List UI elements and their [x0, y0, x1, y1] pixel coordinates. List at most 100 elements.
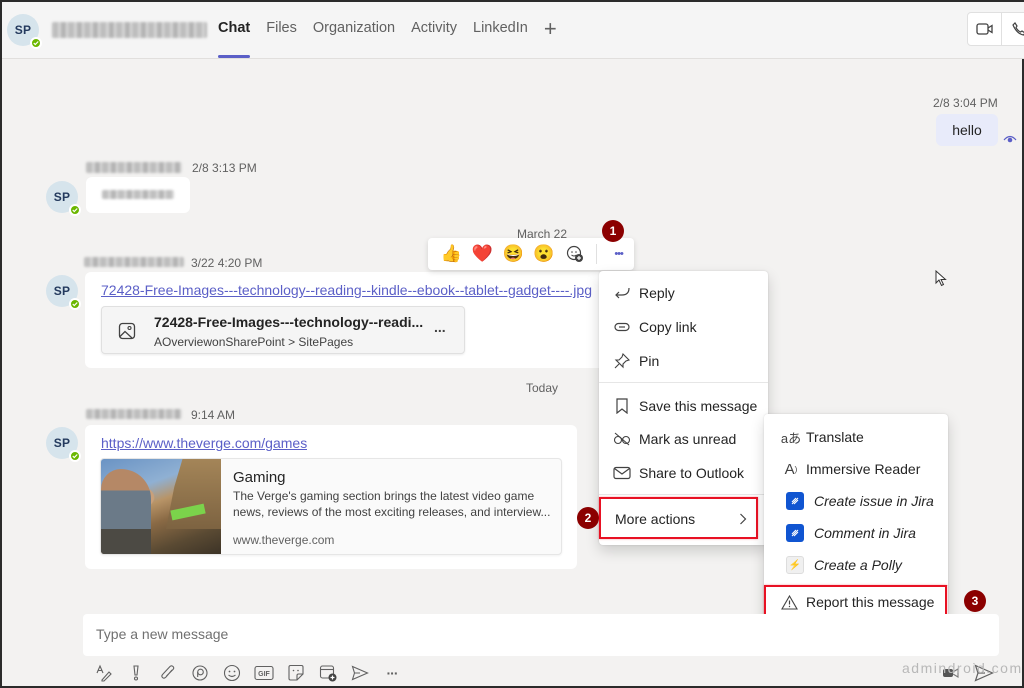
emoji-button[interactable]	[216, 662, 248, 684]
sender-name-redacted	[84, 257, 184, 267]
menu-item-label: Pin	[639, 353, 659, 369]
sender-avatar[interactable]: SP	[46, 275, 78, 307]
surprised-reaction[interactable]: 😮	[529, 238, 560, 270]
url-link[interactable]: https://www.theverge.com/games	[101, 435, 307, 451]
schedule-meeting-button[interactable]	[312, 662, 344, 684]
menu-item-label: Report this message	[806, 594, 934, 610]
tab-activity[interactable]: Activity	[411, 20, 457, 58]
menu-item-label: Mark as unread	[639, 431, 736, 447]
file-more-options-button[interactable]: ...	[434, 319, 446, 335]
menu-item-more-actions[interactable]: More actions	[599, 503, 768, 535]
contact-avatar[interactable]: SP	[7, 14, 39, 46]
avatar-initials: SP	[54, 284, 71, 298]
menu-item-label: Create a Polly	[814, 557, 902, 573]
submenu-item-immersive-reader[interactable]: A) Immersive Reader	[764, 453, 948, 485]
video-call-button[interactable]	[968, 13, 1002, 45]
watermark: admindroid.com	[902, 660, 1023, 676]
sender-avatar[interactable]: SP	[46, 181, 78, 213]
menu-item-copy-link[interactable]: Copy link	[599, 311, 768, 343]
sent-message-time: 2/8 3:04 PM	[933, 96, 998, 110]
bookmark-icon	[613, 397, 631, 415]
preview-domain: www.theverge.com	[233, 533, 334, 547]
jira-icon	[786, 492, 804, 510]
send-later-icon	[351, 665, 369, 681]
menu-divider	[599, 494, 768, 495]
call-buttons	[967, 12, 1024, 46]
file-attachment-card[interactable]: 72428-Free-Images---technology--readi...…	[101, 306, 465, 354]
warning-icon	[780, 593, 798, 611]
link-icon	[613, 318, 631, 336]
gif-icon: GIF	[254, 665, 274, 681]
menu-item-save-message[interactable]: Save this message	[599, 390, 768, 422]
laugh-reaction[interactable]: 😆	[498, 238, 529, 270]
emoji-icon	[223, 664, 241, 682]
attach-icon	[160, 664, 176, 682]
preview-description-line1: The Verge's gaming section brings the la…	[233, 489, 534, 503]
reactions-bar: 👍 ❤️ 😆 😮 •••	[428, 238, 634, 270]
avatar-initials: SP	[15, 23, 32, 37]
preview-title: Gaming	[233, 469, 286, 486]
sent-message-text: hello	[952, 122, 982, 138]
tab-organization[interactable]: Organization	[313, 20, 395, 58]
add-reaction-button[interactable]	[559, 238, 590, 270]
submenu-item-translate[interactable]: aあ Translate	[764, 421, 948, 453]
avatar-initials: SP	[54, 190, 71, 204]
add-tab-plus-icon[interactable]: +	[544, 20, 557, 58]
file-path: AOverviewonSharePoint > SitePages	[154, 335, 353, 349]
link-preview-card[interactable]: Gaming The Verge's gaming section brings…	[100, 458, 562, 555]
sticker-button[interactable]	[280, 662, 312, 684]
menu-item-reply[interactable]: Reply	[599, 277, 768, 309]
menu-item-pin[interactable]: Pin	[599, 345, 768, 377]
gif-button[interactable]: GIF	[248, 662, 280, 684]
message-bubble[interactable]: 72428-Free-Images---technology--reading-…	[85, 272, 605, 368]
video-camera-icon	[976, 22, 994, 36]
add-reaction-icon	[566, 245, 584, 263]
audio-call-button[interactable]	[1002, 13, 1024, 45]
more-compose-options-button[interactable]: ···	[376, 662, 408, 684]
reply-icon	[613, 284, 631, 302]
format-button[interactable]	[88, 662, 120, 684]
send-later-button[interactable]	[344, 662, 376, 684]
sender-name-redacted	[86, 409, 182, 419]
important-button[interactable]	[120, 662, 152, 684]
message-context-menu: Reply Copy link Pin Save this message Ma…	[599, 271, 768, 545]
presence-available-icon	[69, 450, 81, 462]
pin-icon	[613, 352, 631, 370]
chat-header: SP Chat Files Organization Activity Link…	[2, 2, 1024, 59]
attach-button[interactable]	[152, 662, 184, 684]
message-time: 2/8 3:13 PM	[192, 161, 257, 175]
mark-unread-icon	[613, 430, 631, 448]
preview-description-line2: news, reviews of the most exciting relea…	[233, 505, 550, 519]
tab-files[interactable]: Files	[266, 20, 297, 58]
sent-message-bubble[interactable]: hello	[936, 114, 998, 146]
tab-chat[interactable]: Chat	[218, 20, 250, 58]
menu-item-share-outlook[interactable]: Share to Outlook	[599, 457, 768, 489]
like-reaction[interactable]: 👍	[436, 238, 467, 270]
message-bubble[interactable]	[86, 177, 190, 213]
step-badge-2: 2	[577, 507, 599, 529]
more-options-button[interactable]: •••	[603, 238, 634, 270]
menu-item-mark-unread[interactable]: Mark as unread	[599, 423, 768, 455]
submenu-item-create-polly[interactable]: ⚡ Create a Polly	[764, 549, 948, 581]
image-file-icon	[118, 322, 136, 340]
heart-reaction[interactable]: ❤️	[467, 238, 498, 270]
format-icon	[95, 664, 113, 682]
tab-linkedin[interactable]: LinkedIn	[473, 20, 528, 58]
submenu-item-comment-jira[interactable]: Comment in Jira	[764, 517, 948, 549]
menu-item-label: Reply	[639, 285, 675, 301]
submenu-item-create-jira-issue[interactable]: Create issue in Jira	[764, 485, 948, 517]
message-bubble[interactable]: https://www.theverge.com/games Gaming Th…	[85, 425, 577, 569]
date-separator: Today	[526, 381, 558, 395]
translate-icon: aあ	[780, 428, 802, 446]
presence-available-icon	[69, 204, 81, 216]
important-icon	[131, 664, 141, 682]
mouse-cursor-icon	[935, 270, 947, 287]
chat-tabs: Chat Files Organization Activity LinkedI…	[218, 20, 557, 58]
menu-item-label: Share to Outlook	[639, 465, 744, 481]
mail-icon	[613, 464, 631, 482]
file-link[interactable]: 72428-Free-Images---technology--reading-…	[101, 282, 601, 298]
loop-button[interactable]	[184, 662, 216, 684]
message-input[interactable]	[96, 626, 696, 642]
file-title: 72428-Free-Images---technology--readi...	[154, 314, 423, 330]
sender-avatar[interactable]: SP	[46, 427, 78, 459]
